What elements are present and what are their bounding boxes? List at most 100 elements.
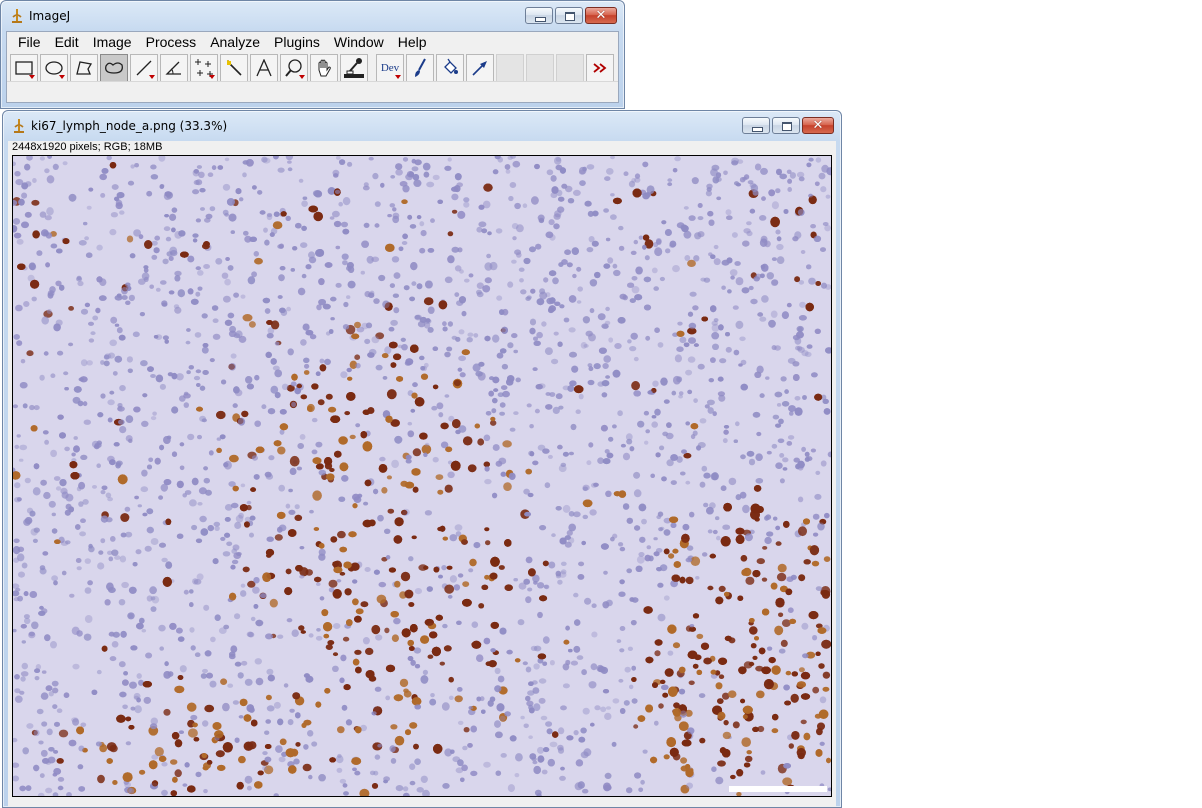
positive-nucleus xyxy=(696,633,704,639)
negative-nucleus xyxy=(442,326,448,332)
zoom-tool[interactable] xyxy=(280,53,308,82)
negative-nucleus xyxy=(586,247,594,253)
negative-nucleus xyxy=(254,658,262,665)
negative-nucleus xyxy=(83,633,92,641)
negative-nucleus xyxy=(742,504,750,514)
negative-nucleus xyxy=(203,264,211,269)
negative-nucleus xyxy=(560,705,567,711)
negative-nucleus xyxy=(277,634,284,639)
negative-nucleus xyxy=(224,278,231,286)
more-tools-button[interactable] xyxy=(586,53,614,82)
negative-nucleus xyxy=(557,744,564,751)
positive-nucleus xyxy=(321,609,329,617)
negative-nucleus xyxy=(529,327,536,335)
image-titlebar[interactable]: ki67_lymph_node_a.png (33.3%) ✕ xyxy=(3,111,841,141)
positive-nucleus xyxy=(354,615,362,623)
line-tool[interactable] xyxy=(130,53,158,82)
positive-nucleus xyxy=(484,527,490,532)
wand-tool[interactable] xyxy=(220,53,248,82)
close-button[interactable]: ✕ xyxy=(585,7,617,24)
negative-nucleus xyxy=(432,174,440,181)
negative-nucleus xyxy=(789,411,794,416)
negative-nucleus xyxy=(161,761,168,767)
negative-nucleus xyxy=(528,704,534,711)
positive-nucleus xyxy=(248,321,256,328)
positive-nucleus xyxy=(371,624,381,635)
negative-nucleus xyxy=(604,784,612,791)
arrow-tool[interactable] xyxy=(466,53,494,82)
positive-nucleus xyxy=(215,750,225,758)
menu-process[interactable]: Process xyxy=(139,34,204,50)
hand-tool[interactable] xyxy=(310,53,338,82)
rectangle-tool[interactable] xyxy=(10,53,38,82)
negative-nucleus xyxy=(315,635,323,641)
negative-nucleus xyxy=(679,336,687,344)
negative-nucleus xyxy=(582,707,590,715)
close-button[interactable]: ✕ xyxy=(802,117,834,134)
negative-nucleus xyxy=(179,465,185,471)
negative-nucleus xyxy=(299,574,305,579)
negative-nucleus xyxy=(198,487,207,495)
negative-nucleus xyxy=(374,201,381,207)
positive-nucleus xyxy=(447,231,454,237)
positive-nucleus xyxy=(312,490,322,501)
positive-nucleus xyxy=(820,590,828,596)
menu-image[interactable]: Image xyxy=(86,34,139,50)
negative-nucleus xyxy=(129,253,136,259)
negative-nucleus xyxy=(109,390,115,395)
negative-nucleus xyxy=(568,511,575,517)
negative-nucleus xyxy=(352,767,357,772)
positive-nucleus xyxy=(785,588,793,596)
menu-analyze[interactable]: Analyze xyxy=(203,34,267,50)
oval-tool[interactable] xyxy=(40,53,68,82)
positive-nucleus xyxy=(717,698,724,704)
menu-help[interactable]: Help xyxy=(391,34,434,50)
negative-nucleus xyxy=(603,570,608,575)
negative-nucleus xyxy=(118,599,126,606)
freehand-tool[interactable] xyxy=(100,53,128,82)
positive-nucleus xyxy=(427,654,434,659)
negative-nucleus xyxy=(84,236,89,241)
negative-nucleus xyxy=(513,411,519,415)
polygon-tool[interactable] xyxy=(70,53,98,82)
minimize-button[interactable] xyxy=(742,117,770,134)
positive-nucleus xyxy=(485,540,491,546)
minimize-button[interactable] xyxy=(525,7,553,24)
developer-menu[interactable]: Dev xyxy=(376,53,404,82)
menu-plugins[interactable]: Plugins xyxy=(267,34,327,50)
negative-nucleus xyxy=(627,646,634,651)
negative-nucleus xyxy=(185,340,191,345)
negative-nucleus xyxy=(77,764,84,770)
menu-edit[interactable]: Edit xyxy=(48,34,86,50)
dropper-tool[interactable] xyxy=(340,53,368,82)
flood-fill-tool[interactable] xyxy=(436,53,464,82)
negative-nucleus xyxy=(740,454,746,460)
positive-nucleus xyxy=(201,753,207,759)
main-titlebar[interactable]: ImageJ ✕ xyxy=(1,1,624,31)
negative-nucleus xyxy=(631,276,638,281)
positive-nucleus xyxy=(236,781,244,790)
text-tool[interactable] xyxy=(250,53,278,82)
positive-nucleus xyxy=(378,464,388,473)
negative-nucleus xyxy=(249,236,257,242)
menu-file[interactable]: File xyxy=(11,34,48,50)
negative-nucleus xyxy=(451,193,459,201)
negative-nucleus xyxy=(759,393,765,398)
point-tool[interactable] xyxy=(190,53,218,82)
positive-nucleus xyxy=(409,624,418,633)
angle-tool[interactable] xyxy=(160,53,188,82)
negative-nucleus xyxy=(698,693,706,698)
positive-nucleus xyxy=(756,558,765,565)
negative-nucleus xyxy=(657,342,664,348)
maximize-button[interactable] xyxy=(772,117,800,134)
brush-tool[interactable] xyxy=(406,53,434,82)
negative-nucleus xyxy=(347,161,353,167)
menu-window[interactable]: Window xyxy=(327,34,391,50)
negative-nucleus xyxy=(703,277,711,283)
positive-nucleus xyxy=(265,694,272,701)
image-canvas[interactable] xyxy=(12,155,832,797)
maximize-button[interactable] xyxy=(555,7,583,24)
minimize-icon xyxy=(752,127,763,132)
negative-nucleus xyxy=(689,624,695,628)
positive-nucleus xyxy=(172,776,178,783)
